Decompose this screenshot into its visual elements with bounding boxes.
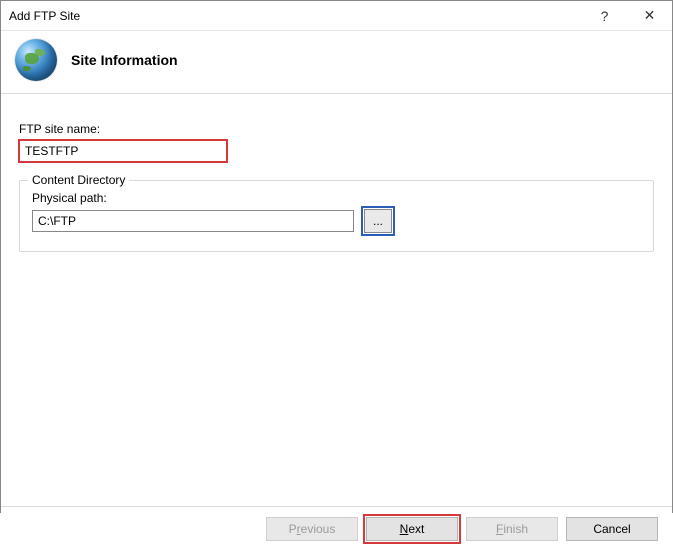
next-button[interactable]: Next	[366, 517, 458, 541]
browse-button[interactable]: ...	[364, 209, 392, 233]
window-title: Add FTP Site	[9, 9, 80, 23]
finish-button: Finish	[466, 517, 558, 541]
titlebar-controls: ? ✕	[582, 1, 672, 30]
globe-icon	[15, 39, 57, 81]
physical-path-input[interactable]	[32, 210, 354, 232]
wizard-header: Site Information	[1, 31, 672, 94]
ellipsis-icon: ...	[373, 214, 383, 228]
previous-button: Previous	[266, 517, 358, 541]
wizard-content: FTP site name: Content Directory Physica…	[1, 94, 672, 506]
content-directory-group: Content Directory Physical path: ...	[19, 180, 654, 252]
cancel-button[interactable]: Cancel	[566, 517, 658, 541]
content-directory-legend: Content Directory	[28, 173, 129, 187]
site-name-input[interactable]	[19, 140, 227, 162]
titlebar: Add FTP Site ? ✕	[1, 1, 672, 31]
site-name-label: FTP site name:	[19, 122, 654, 136]
physical-path-label: Physical path:	[32, 191, 641, 205]
close-button[interactable]: ✕	[627, 1, 672, 30]
page-title: Site Information	[71, 52, 178, 68]
help-button[interactable]: ?	[582, 1, 627, 30]
